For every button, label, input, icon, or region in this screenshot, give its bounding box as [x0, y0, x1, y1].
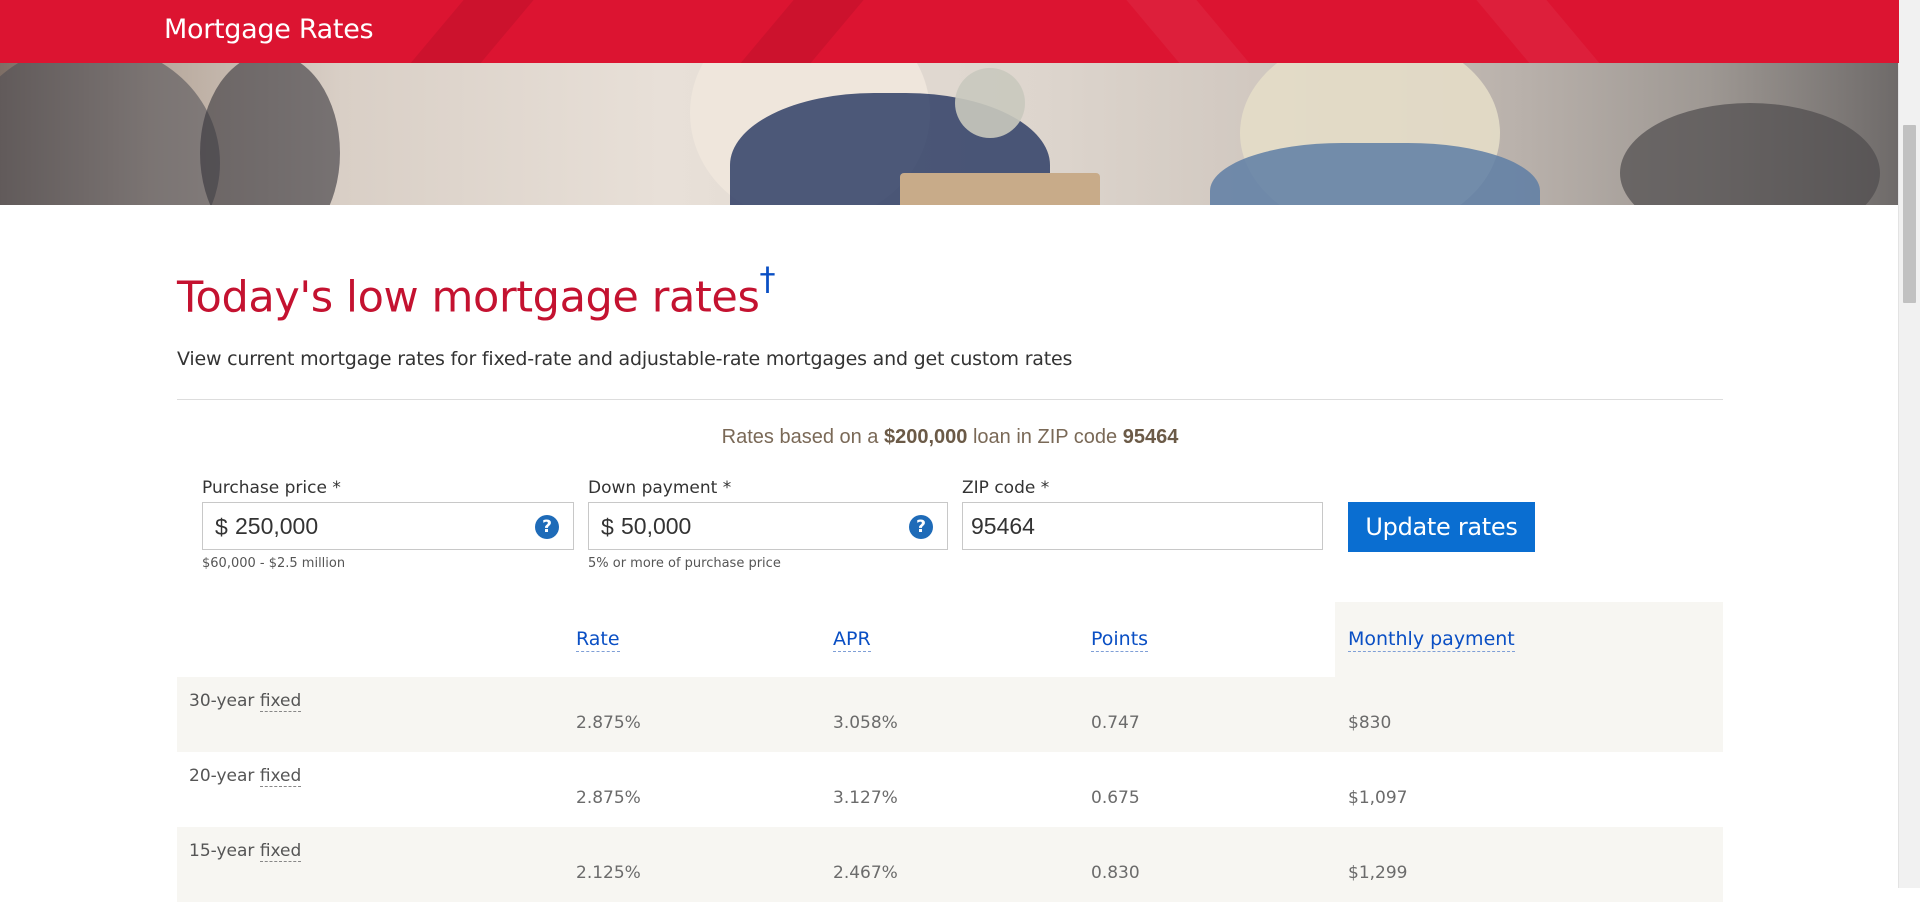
column-header-points[interactable]: Points	[1091, 628, 1149, 652]
loan-type-link[interactable]: fixed	[259, 841, 302, 862]
loan-term: 15-year fixed	[189, 841, 302, 862]
currency-symbol: $	[215, 514, 228, 540]
section-divider	[177, 399, 1723, 400]
loan-term: 20-year fixed	[189, 766, 302, 787]
table-row: 20-year fixed 2.875% 3.127% 0.675 $1,097	[177, 752, 1723, 827]
monthly-payment-value: $830	[1348, 713, 1392, 733]
column-header-monthly-payment[interactable]: Monthly payment	[1348, 628, 1515, 652]
question-circle-icon[interactable]: ?	[909, 515, 933, 539]
rates-basis-text: Rates based on a $200,000 loan in ZIP co…	[177, 426, 1723, 449]
rates-heading-text: Today's low mortgage rates	[177, 272, 760, 323]
page-title[interactable]: Mortgage Rates	[164, 14, 374, 45]
zip-code-input[interactable]	[971, 503, 1251, 549]
rates-table-header: Rate APR Points Monthly payment	[177, 602, 1723, 677]
currency-symbol: $	[601, 514, 614, 540]
purchase-price-hint: $60,000 - $2.5 million	[202, 556, 346, 571]
vertical-scrollbar[interactable]	[1898, 0, 1920, 888]
loan-term: 30-year fixed	[189, 691, 302, 712]
apr-value: 3.058%	[833, 713, 898, 733]
rates-subtitle: View current mortgage rates for fixed-ra…	[177, 348, 1073, 370]
zip-code-value: 95464	[1122, 426, 1179, 448]
header-decoration	[692, 0, 898, 63]
update-rates-button[interactable]: Update rates	[1348, 502, 1535, 552]
purchase-price-input[interactable]	[235, 503, 515, 549]
purchase-price-field[interactable]: $ ?	[202, 502, 574, 550]
rate-value: 2.875%	[576, 788, 641, 808]
table-row: 15-year fixed 2.125% 2.467% 0.830 $1,299	[177, 827, 1723, 902]
header-decoration	[1442, 0, 1648, 63]
loan-term-years: 30-year	[189, 691, 255, 711]
scrollbar-thumb[interactable]	[1903, 125, 1916, 303]
rates-basis-prefix: Rates based on a	[721, 426, 884, 448]
table-row: 30-year fixed 2.875% 3.058% 0.747 $830	[177, 677, 1723, 752]
points-value: 0.830	[1091, 863, 1140, 883]
loan-term-years: 20-year	[189, 766, 255, 786]
header-decoration	[362, 0, 568, 63]
apr-value: 2.467%	[833, 863, 898, 883]
column-header-apr[interactable]: APR	[833, 628, 871, 652]
rates-table: Rate APR Points Monthly payment 30-year …	[177, 602, 1723, 902]
apr-value: 3.127%	[833, 788, 898, 808]
rate-value: 2.125%	[576, 863, 641, 883]
loan-term-years: 15-year	[189, 841, 255, 861]
question-circle-icon[interactable]: ?	[535, 515, 559, 539]
down-payment-label: Down payment *	[588, 478, 732, 498]
top-header-bar: Mortgage Rates	[0, 0, 1899, 63]
loan-type-link[interactable]: fixed	[259, 691, 302, 712]
monthly-payment-value: $1,097	[1348, 788, 1408, 808]
rates-disclaimer-link[interactable]: †	[760, 260, 776, 298]
column-header-rate[interactable]: Rate	[576, 628, 620, 652]
loan-amount: $200,000	[884, 426, 968, 448]
down-payment-input[interactable]	[621, 503, 901, 549]
zip-code-label: ZIP code *	[962, 478, 1050, 498]
rates-heading: Today's low mortgage rates†	[177, 260, 775, 323]
points-value: 0.675	[1091, 788, 1140, 808]
points-value: 0.747	[1091, 713, 1140, 733]
purchase-price-label: Purchase price *	[202, 478, 341, 498]
zip-code-field[interactable]	[962, 502, 1323, 550]
down-payment-field[interactable]: $ ?	[588, 502, 948, 550]
down-payment-hint: 5% or more of purchase price	[588, 556, 781, 571]
rate-value: 2.875%	[576, 713, 641, 733]
monthly-payment-value: $1,299	[1348, 863, 1408, 883]
header-decoration	[1092, 0, 1298, 63]
hero-image	[0, 63, 1899, 205]
loan-type-link[interactable]: fixed	[259, 766, 302, 787]
rates-basis-middle: loan in ZIP code	[967, 426, 1123, 448]
